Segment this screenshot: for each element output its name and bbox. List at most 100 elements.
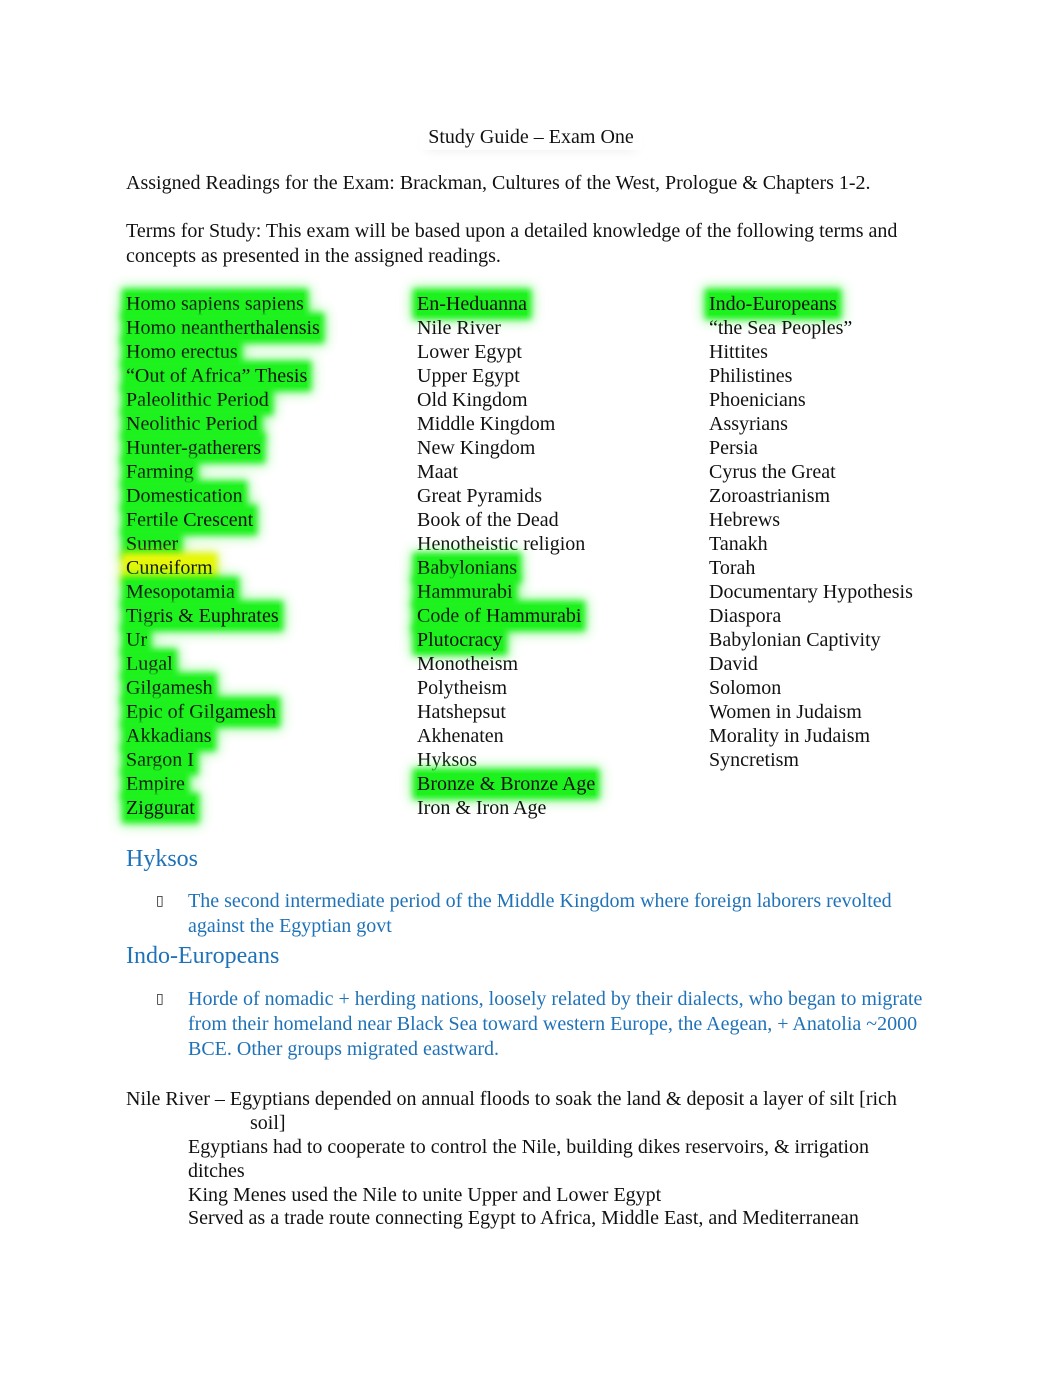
term-text: Sumer (126, 533, 179, 555)
term-text: Akkadians (126, 725, 212, 747)
term-item: Homo erectus (126, 340, 320, 364)
term-item: Polytheism (417, 676, 595, 700)
term-text: Fertile Crescent (126, 509, 254, 531)
term-item: Hunter-gatherers (126, 436, 320, 460)
term-item: Great Pyramids (417, 484, 595, 508)
term-text: Empire (126, 773, 185, 795)
term-item: Tanakh (709, 532, 913, 556)
term-item: Gilgamesh (126, 676, 320, 700)
term-item: Ur (126, 628, 320, 652)
term-text: Babylonians (417, 557, 517, 579)
term-item: Neolithic Period (126, 412, 320, 436)
term-text: “the Sea Peoples” (709, 317, 853, 339)
term-item: Indo-Europeans (709, 292, 913, 316)
term-text: Assyrians (709, 413, 788, 435)
term-text: Cuneiform (126, 557, 213, 579)
term-text: Philistines (709, 365, 793, 387)
term-text: Domestication (126, 485, 243, 507)
term-text: Upper Egypt (417, 365, 520, 387)
nile-subpoint: King Menes used the Nile to unite Upper … (188, 1184, 662, 1206)
indo-europeans-note: ▯ Horde of nomadic + herding nations, lo… (156, 987, 928, 1062)
nile-note-continuation: soil] (250, 1112, 286, 1134)
nile-note-line: Nile River – Egyptians depended on annua… (126, 1088, 897, 1110)
term-item: En-Heduanna (417, 292, 595, 316)
term-item: Persia (709, 436, 913, 460)
term-item: Cyrus the Great (709, 460, 913, 484)
term-text: Sargon I (126, 749, 194, 771)
term-text: Iron & Iron Age (417, 797, 547, 819)
term-text: Cyrus the Great (709, 461, 836, 483)
term-item: Babylonians (417, 556, 595, 580)
term-item: Fertile Crescent (126, 508, 320, 532)
term-item: “Out of Africa” Thesis (126, 364, 320, 388)
terms-column-1: Homo sapiens sapiens Homo neantherthalens… (126, 292, 320, 820)
term-item: Middle Kingdom (417, 412, 595, 436)
term-text: Persia (709, 437, 758, 459)
term-text: Nile River (417, 317, 501, 339)
indo-europeans-note-text: Horde of nomadic + herding nations, loos… (188, 988, 923, 1060)
bullet-icon: ▯ (156, 991, 164, 1007)
term-item: Epic of Gilgamesh (126, 700, 320, 724)
term-text: Farming (126, 461, 194, 483)
term-text: Monotheism (417, 653, 519, 675)
term-item: Documentary Hypothesis (709, 580, 913, 604)
term-text: Diaspora (709, 605, 782, 627)
term-item: Code of Hammurabi (417, 604, 595, 628)
term-item: Henotheistic religion (417, 532, 595, 556)
term-item: Phoenicians (709, 388, 913, 412)
term-text: Book of the Dead (417, 509, 559, 531)
term-item: Mesopotamia (126, 580, 320, 604)
term-item: Lugal (126, 652, 320, 676)
term-text: Phoenicians (709, 389, 806, 411)
term-text: “Out of Africa” Thesis (126, 365, 308, 387)
term-text: Zoroastrianism (709, 485, 831, 507)
term-text: Lower Egypt (417, 341, 522, 363)
term-item: Babylonian Captivity (709, 628, 913, 652)
heading-indo-europeans: Indo-Europeans (126, 943, 280, 969)
term-item: Domestication (126, 484, 320, 508)
term-text: Polytheism (417, 677, 508, 699)
term-text: Paleolithic Period (126, 389, 269, 411)
term-item: Sumer (126, 532, 320, 556)
term-text: Tigris & Euphrates (126, 605, 279, 627)
document-page: Study Guide – Exam One Assigned Readings… (0, 0, 1062, 1377)
term-item: Hittites (709, 340, 913, 364)
nile-subpoint: Egyptians had to cooperate to control th… (188, 1136, 869, 1182)
term-item: Tigris & Euphrates (126, 604, 320, 628)
term-item: “the Sea Peoples” (709, 316, 913, 340)
term-text: Great Pyramids (417, 485, 542, 507)
term-item: Homo neantherthalensis (126, 316, 320, 340)
term-item: Hatshepsut (417, 700, 595, 724)
term-text: Code of Hammurabi (417, 605, 582, 627)
term-text: En-Heduanna (417, 293, 527, 315)
assigned-readings: Assigned Readings for the Exam: Brackman… (126, 172, 871, 194)
terms-column-2: En-Heduanna Nile River Lower Egypt Upper Eg… (417, 292, 596, 820)
term-item: Akhenaten (417, 724, 595, 748)
term-item: Homo sapiens sapiens (126, 292, 320, 316)
term-item: Empire (126, 772, 320, 796)
term-text: Hammurabi (417, 581, 513, 603)
term-text: Indo-Europeans (709, 293, 837, 315)
term-item: Hyksos (417, 748, 595, 772)
term-item: New Kingdom (417, 436, 595, 460)
term-text: Bronze & Bronze Age (417, 773, 596, 795)
term-text: Homo erectus (126, 341, 238, 363)
term-text: Mesopotamia (126, 581, 235, 603)
term-item: Hammurabi (417, 580, 595, 604)
term-text: Ur (126, 629, 148, 651)
term-text: Ziggurat (126, 797, 195, 819)
term-item: Torah (709, 556, 913, 580)
term-item: Solomon (709, 676, 913, 700)
term-item: Diaspora (709, 604, 913, 628)
term-item: Iron & Iron Age (417, 796, 595, 820)
term-text: Epic of Gilgamesh (126, 701, 276, 723)
term-item: Plutocracy (417, 628, 595, 652)
term-item: David (709, 652, 913, 676)
term-text: Tanakh (709, 533, 768, 555)
term-item: Cuneiform (126, 556, 320, 580)
term-text: Akhenaten (417, 725, 504, 747)
term-item: Book of the Dead (417, 508, 595, 532)
term-text: Hunter-gatherers (126, 437, 262, 459)
bullet-icon: ▯ (156, 893, 164, 909)
term-text: Middle Kingdom (417, 413, 556, 435)
